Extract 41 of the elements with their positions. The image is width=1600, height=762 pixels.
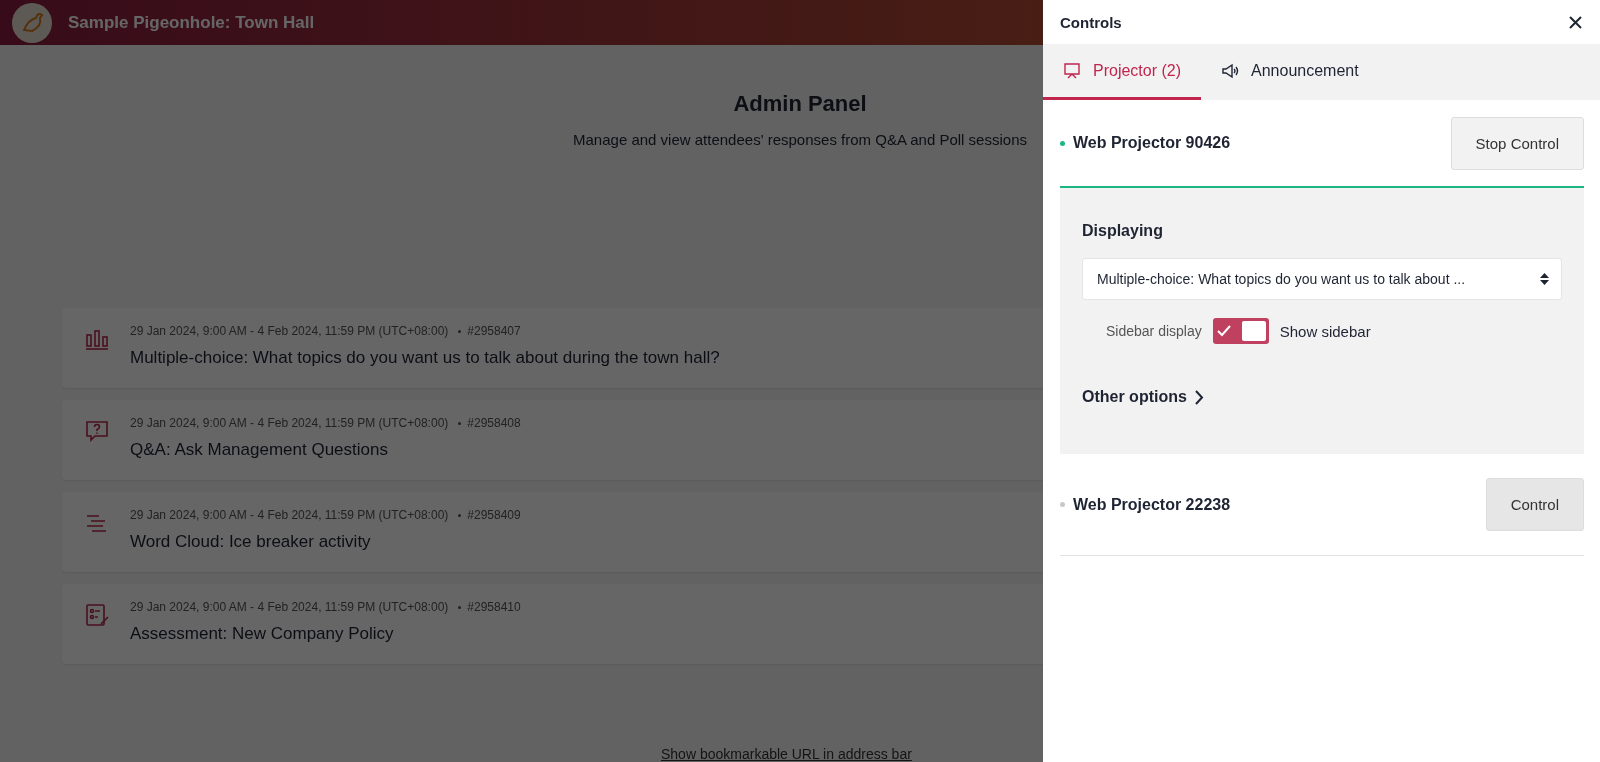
session-id: #2958407 (467, 324, 521, 338)
control-button[interactable]: Stop Control (1450, 116, 1584, 170)
app-title: Sample Pigeonhole: Town Hall (68, 12, 315, 33)
close-icon (1569, 16, 1582, 29)
bullet-dot (458, 329, 462, 333)
page-subtitle: Manage and view attendees' responses from Q&A and Poll sessions (573, 131, 1027, 148)
projector-name: Web Projector 22238 (1073, 495, 1231, 514)
sidebar-toggle[interactable] (1212, 318, 1269, 344)
session-dates: 29 Jan 2024, 9:00 AM - 4 Feb 2024, 11:59 PM (UTC+08:00) (130, 508, 449, 522)
projector-name: Web Projector 90426 (1073, 134, 1231, 152)
page-title: Admin Panel (733, 91, 867, 117)
control-button[interactable]: Control (1485, 478, 1584, 531)
session-title: Q&A: Ask Management Questions (130, 440, 389, 460)
session-id: #2958410 (467, 600, 521, 614)
session-dates: 29 Jan 2024, 9:00 AM - 4 Feb 2024, 11:59 PM (UTC+08:00) (130, 600, 449, 614)
session-id: #2958408 (467, 416, 521, 430)
bullet-dot (458, 605, 462, 609)
toggle-text: Show sidebar (1279, 322, 1371, 340)
section-label: Displaying (1082, 222, 1164, 240)
question-bubble-icon (84, 418, 110, 444)
session-dates: 29 Jan 2024, 9:00 AM - 4 Feb 2024, 11:59 PM (UTC+08:00) (130, 416, 449, 430)
content-select[interactable]: Multiple-choice: What topics do you want us to talk about ... (1082, 258, 1562, 300)
sort-arrows-icon (1540, 272, 1549, 286)
checklist-icon (84, 602, 110, 628)
session-id: #2958409 (467, 508, 521, 522)
bookmark-url-link[interactable]: Show bookmarkable URL in address bar (661, 746, 912, 762)
panel-tab[interactable]: Projector (2) (1043, 44, 1202, 100)
session-title: Word Cloud: Ice breaker activity (130, 532, 372, 552)
panel-title: Controls (1060, 13, 1122, 31)
bird-logo-icon (12, 2, 52, 43)
chevron-right-icon (1194, 389, 1204, 405)
panel-tab[interactable]: Announcement (1201, 44, 1379, 100)
session-title: Assessment: New Company Policy (130, 624, 395, 644)
check-icon (1215, 324, 1232, 338)
megaphone-icon (1221, 61, 1240, 80)
sidebar-label: Sidebar display (1106, 323, 1202, 339)
session-dates: 29 Jan 2024, 9:00 AM - 4 Feb 2024, 11:59 PM (UTC+08:00) (130, 324, 449, 338)
projector-screen-icon (1063, 61, 1081, 80)
session-title: Multiple-choice: What topics do you want us to talk about during the town hall? (130, 348, 720, 368)
bullet-dot (458, 513, 462, 517)
bullet-dot (458, 421, 462, 425)
